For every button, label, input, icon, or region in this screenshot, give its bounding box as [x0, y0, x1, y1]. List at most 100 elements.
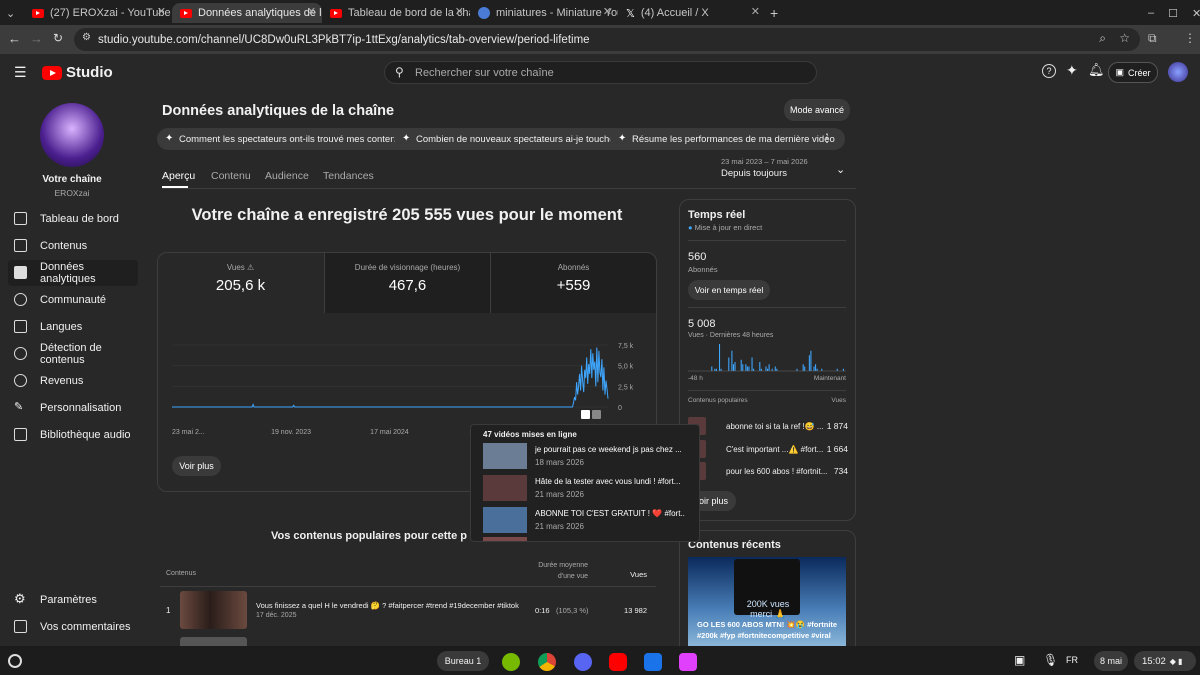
- popular-item[interactable]: C'est important ...⚠️ #fort... 1 664: [688, 439, 848, 459]
- nvidia-app-icon[interactable]: [502, 653, 520, 671]
- tab-miniatures[interactable]: miniatures - Miniature YouTube✕: [470, 3, 618, 23]
- studio-logo[interactable]: Studio: [42, 64, 113, 81]
- sidebar-item-revenue[interactable]: Revenus: [8, 368, 138, 394]
- extensions-icon[interactable]: ⧉: [1148, 31, 1157, 46]
- recent-video-thumbnail[interactable]: 200K vues merci 🙏 GO LES 600 ABOS MTN! 💥…: [688, 557, 846, 646]
- back-icon[interactable]: ←: [8, 31, 21, 46]
- close-tab-icon[interactable]: ✕: [157, 5, 166, 18]
- tab-content[interactable]: Contenu: [211, 170, 251, 182]
- microphone-icon[interactable]: 🎙︎: [1043, 653, 1058, 667]
- window-close-icon[interactable]: ✕: [1192, 7, 1200, 20]
- help-icon[interactable]: ?: [1042, 64, 1056, 78]
- reload-icon[interactable]: ↻: [53, 31, 63, 45]
- sidebar-item-feedback[interactable]: Vos commentaires: [8, 614, 138, 640]
- views-value: 13 982: [624, 606, 647, 615]
- address-bar[interactable]: ⚙ studio.youtube.com/channel/UC8Dw0uRL3P…: [74, 28, 1140, 51]
- video-title[interactable]: Vous finissez a quel H le vendredi 🤔 ? #…: [256, 601, 519, 610]
- create-button[interactable]: ▣ Créer: [1108, 62, 1158, 83]
- sidebar-item-customization[interactable]: ✎ Personnalisation: [8, 395, 138, 421]
- sidebar-item-languages[interactable]: Langues: [8, 314, 138, 340]
- row-rank: 1: [166, 606, 171, 615]
- create-label: Créer: [1128, 67, 1151, 78]
- suggestion-chip[interactable]: ✦ Comment les spectateurs ont-ils trouvé …: [157, 128, 424, 150]
- new-tab-icon[interactable]: +: [770, 3, 788, 23]
- site-info-icon[interactable]: ⚙: [82, 32, 91, 43]
- advanced-mode-button[interactable]: Mode avancé: [784, 99, 850, 121]
- suggestion-chip[interactable]: ✦ Combien de nouveaux spectateurs ai-je t…: [394, 128, 638, 150]
- tab-dashboard[interactable]: Tableau de bord de la chaîne -✕: [322, 3, 470, 23]
- logo-text: Studio: [66, 64, 113, 81]
- close-tab-icon[interactable]: ✕: [603, 5, 612, 18]
- tab-overview[interactable]: Aperçu: [162, 170, 195, 182]
- col-views[interactable]: Vues: [620, 570, 647, 579]
- video-thumbnail: [483, 475, 527, 501]
- screen-capture-icon[interactable]: ▣: [1014, 653, 1025, 667]
- minimize-icon[interactable]: –: [1148, 7, 1154, 19]
- close-tab-icon[interactable]: ✕: [307, 5, 316, 18]
- tab-trends[interactable]: Tendances: [323, 170, 374, 182]
- launcher-icon[interactable]: [8, 654, 22, 668]
- tab-youtube[interactable]: (27) EROXzai - YouTube ✕: [24, 3, 172, 23]
- hamburger-menu-icon[interactable]: ☰: [14, 64, 27, 81]
- channel-avatar[interactable]: [40, 103, 104, 167]
- input-language[interactable]: FR: [1066, 655, 1078, 665]
- youtube-app-icon[interactable]: [609, 653, 627, 671]
- chart-toggle-icon[interactable]: [581, 410, 590, 419]
- table-row[interactable]: 1 Vous finissez a quel H le vendredi 🤔 ?…: [160, 588, 656, 632]
- sidebar-item-audio-library[interactable]: Bibliothèque audio: [8, 422, 138, 448]
- upload-item[interactable]: Hâte de la tester avec vous lundi ! #for…: [483, 475, 693, 503]
- chevron-down-icon[interactable]: ⌄: [836, 163, 845, 176]
- account-avatar[interactable]: [1168, 62, 1188, 82]
- period-selector[interactable]: Depuis toujours: [721, 168, 787, 179]
- upload-item[interactable]: ABONNE TOI C'EST GRATUIT ! ❤️ #fort... 21…: [483, 507, 693, 535]
- see-more-button[interactable]: Voir plus: [172, 456, 221, 476]
- system-tray[interactable]: 15:02 ◆ ▮: [1134, 651, 1196, 671]
- tab-audience[interactable]: Audience: [265, 170, 309, 182]
- y-tick-label: 2,5 k: [618, 384, 634, 391]
- files-icon[interactable]: [644, 653, 662, 671]
- close-tab-icon[interactable]: ✕: [751, 5, 760, 18]
- notifications-bell-icon[interactable]: 🔔︎: [1088, 62, 1105, 78]
- browser-menu-icon[interactable]: ⋮: [1184, 31, 1196, 45]
- close-tab-icon[interactable]: ✕: [455, 5, 464, 18]
- sidebar-item-content-detection[interactable]: Détection de contenus: [8, 341, 138, 367]
- metric-watch-time[interactable]: Durée de visionnage (heures) 467,6: [324, 253, 490, 313]
- bookmark-star-icon[interactable]: ☆: [1119, 31, 1130, 45]
- next-video-thumbnail[interactable]: [180, 637, 247, 646]
- gemini-sparkle-icon[interactable]: ✦: [1066, 62, 1078, 79]
- live-dot-icon: ●: [688, 223, 693, 232]
- avg-duration-value: 0:16: [535, 606, 550, 615]
- sidebar-item-dashboard[interactable]: Tableau de bord: [8, 206, 138, 232]
- view-realtime-button[interactable]: Voir en temps réel: [688, 280, 770, 300]
- tab-search-dropdown-icon[interactable]: ⌄: [6, 3, 20, 23]
- forward-icon[interactable]: →: [30, 31, 43, 46]
- upload-date: 21 mars 2026: [535, 490, 584, 499]
- sidebar-item-label: Revenus: [40, 375, 84, 387]
- tab-x[interactable]: 𝕏 (4) Accueil / X ✕: [618, 3, 766, 23]
- upload-item[interactable]: je pourrait pas ce weekend js pas chez .…: [483, 443, 693, 471]
- maximize-icon[interactable]: ☐: [1168, 7, 1178, 20]
- sidebar-item-analytics[interactable]: Données analytiques: [8, 260, 138, 286]
- sidebar-item-settings[interactable]: ⚙ Paramètres: [8, 587, 138, 613]
- zoom-icon[interactable]: ⌕: [1099, 31, 1106, 46]
- more-options-icon[interactable]: ⋮: [821, 131, 833, 145]
- sidebar-item-label: Détection de contenus: [40, 342, 102, 366]
- sidebar-item-content[interactable]: Contenus: [8, 233, 138, 259]
- discord-icon[interactable]: [574, 653, 592, 671]
- tab-analytics[interactable]: Données analytiques de la chaîne -✕: [172, 3, 322, 23]
- chart-toggle-icon[interactable]: [592, 410, 601, 419]
- studio-header: ☰ Studio ⚲ Rechercher sur votre chaîne ?…: [0, 54, 1200, 90]
- app-icon[interactable]: [679, 653, 697, 671]
- channel-search-input[interactable]: ⚲ Rechercher sur votre chaîne: [384, 61, 817, 84]
- suggestion-chip[interactable]: ✦ Résume les performances de ma dernière …: [610, 128, 845, 150]
- popular-item[interactable]: abonne toi si ta la ref !😅 ... 1 874: [688, 416, 848, 436]
- popular-item[interactable]: pour les 600 abos ! #fortnit... 734: [688, 461, 848, 481]
- sidebar-item-community[interactable]: Communauté: [8, 287, 138, 313]
- date-widget[interactable]: 8 mai: [1094, 651, 1128, 671]
- metric-subscribers[interactable]: Abonnés +559: [490, 253, 656, 313]
- video-thumbnail[interactable]: [180, 591, 247, 629]
- chrome-icon[interactable]: [538, 653, 556, 671]
- y-tick-label: 7,5 k: [618, 343, 634, 350]
- desk-switcher[interactable]: Bureau 1: [437, 651, 489, 671]
- metric-views[interactable]: Vues ⚠ 205,6 k: [158, 253, 323, 313]
